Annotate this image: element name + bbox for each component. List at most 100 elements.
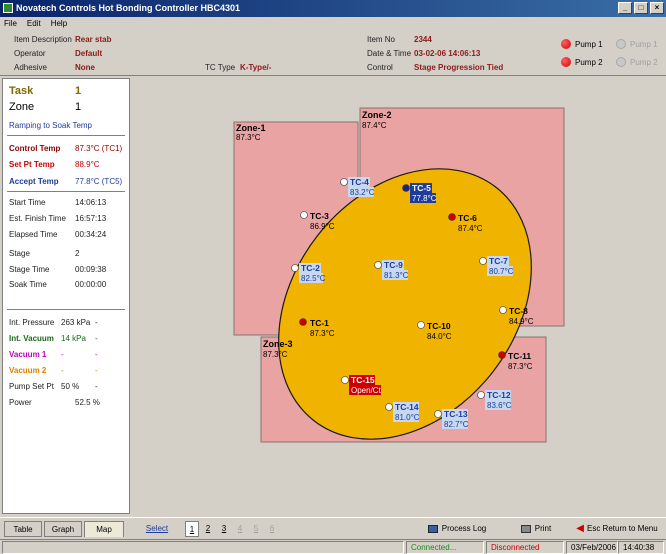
adhesive-value: None [75,63,95,72]
stage-value: 2 [75,249,80,258]
process-log-button[interactable]: Process Log [412,521,502,537]
esc-return-button[interactable]: ◀ Esc Return to Menu [570,521,664,537]
menu-help[interactable]: Help [51,17,67,30]
tab-map[interactable]: Map [84,521,124,537]
tc-type-value: K-Type/- [240,63,272,72]
menu-file[interactable]: File [4,17,17,30]
status-date: 03/Feb/2006 [566,541,618,554]
zone-button-1[interactable]: 1 [185,521,199,537]
zone-button-3[interactable]: 3 [217,521,231,537]
status-disconnected: Disconnected [486,541,564,554]
control-temp-label: Control Temp [9,144,61,153]
control-label: Control [367,63,393,72]
svg-text:84.0°C: 84.0°C [427,332,452,341]
setpt-temp-label: Set Pt Temp [9,160,55,169]
start-time-value: 14:06:13 [75,198,107,207]
tc-4-dot [340,178,348,186]
soak-time-label: Soak Time [9,280,47,289]
tab-table[interactable]: Table [4,521,42,537]
title-bar: Novatech Controls Hot Bonding Controller… [0,0,666,17]
tc-11-dot [498,351,506,359]
date-time-value: 03-02-06 14:06:13 [414,49,481,58]
pump-1-alt-indicator: Pump 1 [616,39,658,49]
control-temp-value: 87.3°C (TC1) [75,144,123,153]
item-info-header: Item Description Rear stab Operator Defa… [0,30,666,76]
pump-setpt-extra: - [95,382,98,391]
tc-12-dot [477,391,485,399]
svg-text:TC-7: TC-7 [489,256,508,266]
item-no-label: Item No [367,35,396,44]
start-time-label: Start Time [9,198,46,207]
finish-time-label: Est. Finish Time [9,214,66,223]
vacuum1-extra: - [95,350,98,359]
zone-button-5[interactable]: 5 [249,521,263,537]
select-zone-link[interactable]: Select Zone [137,521,177,549]
power-label: Power [9,398,32,407]
pump-2-alt-indicator: Pump 2 [616,57,658,67]
svg-text:TC-4: TC-4 [350,177,369,187]
zone-button-2[interactable]: 2 [201,521,215,537]
stage-time-value: 00:09:38 [75,265,107,274]
svg-text:TC-15: TC-15 [351,375,375,385]
status-side-panel: Task 1 Zone 1 Ramping to Soak Temp Contr… [2,78,130,514]
item-description-label: Item Description [14,35,72,44]
zone-2-temp: 87.4°C [362,121,387,130]
svg-text:TC-1: TC-1 [310,318,329,328]
zone-map: Zone-1 87.3°C Zone-2 87.4°C Zone-3 87.3°… [233,107,565,443]
svg-text:81.3°C: 81.3°C [384,271,409,280]
print-button[interactable]: Print [508,521,564,537]
zone-2-name: Zone-2 [362,110,392,120]
int-vacuum-value: 14 kPa [61,334,86,343]
zone-1-temp: 87.3°C [236,133,261,142]
minimize-button[interactable]: _ [618,2,632,14]
pump-setpt-label: Pump Set Pt [9,382,54,391]
svg-text:TC-2: TC-2 [301,263,320,273]
maximize-button[interactable]: □ [634,2,648,14]
svg-text:TC-6: TC-6 [458,213,477,223]
zone-3-temp: 87.3°C [263,350,288,359]
item-description-value: Rear stab [75,35,112,44]
pump-setpt-value: 50 % [61,382,80,391]
task-label: Task [9,85,34,97]
status-text: Ramping to Soak Temp [9,121,93,130]
accept-temp-value: 77.8°C (TC5) [75,177,123,186]
operator-label: Operator [14,49,46,58]
zone-button-6[interactable]: 6 [265,521,279,537]
pump-2-indicator: Pump 2 [561,57,603,67]
window-title: Novatech Controls Hot Bonding Controller… [16,3,241,13]
vacuum1-value: - [61,350,64,359]
stage-time-label: Stage Time [9,265,50,274]
tc-5-dot [402,184,410,192]
arrow-left-icon: ◀ [576,523,584,534]
int-vacuum-label: Int. Vacuum [9,334,54,343]
svg-text:TC-12: TC-12 [487,390,511,400]
svg-text:TC-3: TC-3 [310,211,329,221]
svg-text:81.0°C: 81.0°C [395,413,420,422]
int-pressure-extra: - [95,318,98,327]
menu-edit[interactable]: Edit [27,17,41,30]
soak-time-value: 00:00:00 [75,280,107,289]
tc-15-dot [341,376,349,384]
pump-2-led [561,57,571,67]
svg-text:84.9°C: 84.9°C [509,317,534,326]
close-button[interactable]: × [650,2,664,14]
pump-1-indicator: Pump 1 [561,39,603,49]
stage-label: Stage [9,249,30,258]
date-time-label: Date & Time [367,49,412,58]
tc-7-dot [479,257,487,265]
control-value: Stage Progression Tied [414,63,504,72]
status-bar: Connected... Disconnected 03/Feb/2006 14… [0,539,666,554]
tc-type-label: TC Type [205,63,236,72]
elapsed-time-value: 00:34:24 [75,230,107,239]
status-cell-blank [2,541,404,554]
app-icon [3,3,13,13]
pump-1-alt-led [616,39,626,49]
tab-graph[interactable]: Graph [44,521,82,537]
svg-text:82.5°C: 82.5°C [301,274,326,283]
zone-button-4[interactable]: 4 [233,521,247,537]
tc-1-dot [299,318,307,326]
operator-value: Default [75,49,103,58]
svg-text:87.3°C: 87.3°C [508,362,533,371]
zone-label: Zone [9,101,35,113]
finish-time-value: 16:57:13 [75,214,107,223]
